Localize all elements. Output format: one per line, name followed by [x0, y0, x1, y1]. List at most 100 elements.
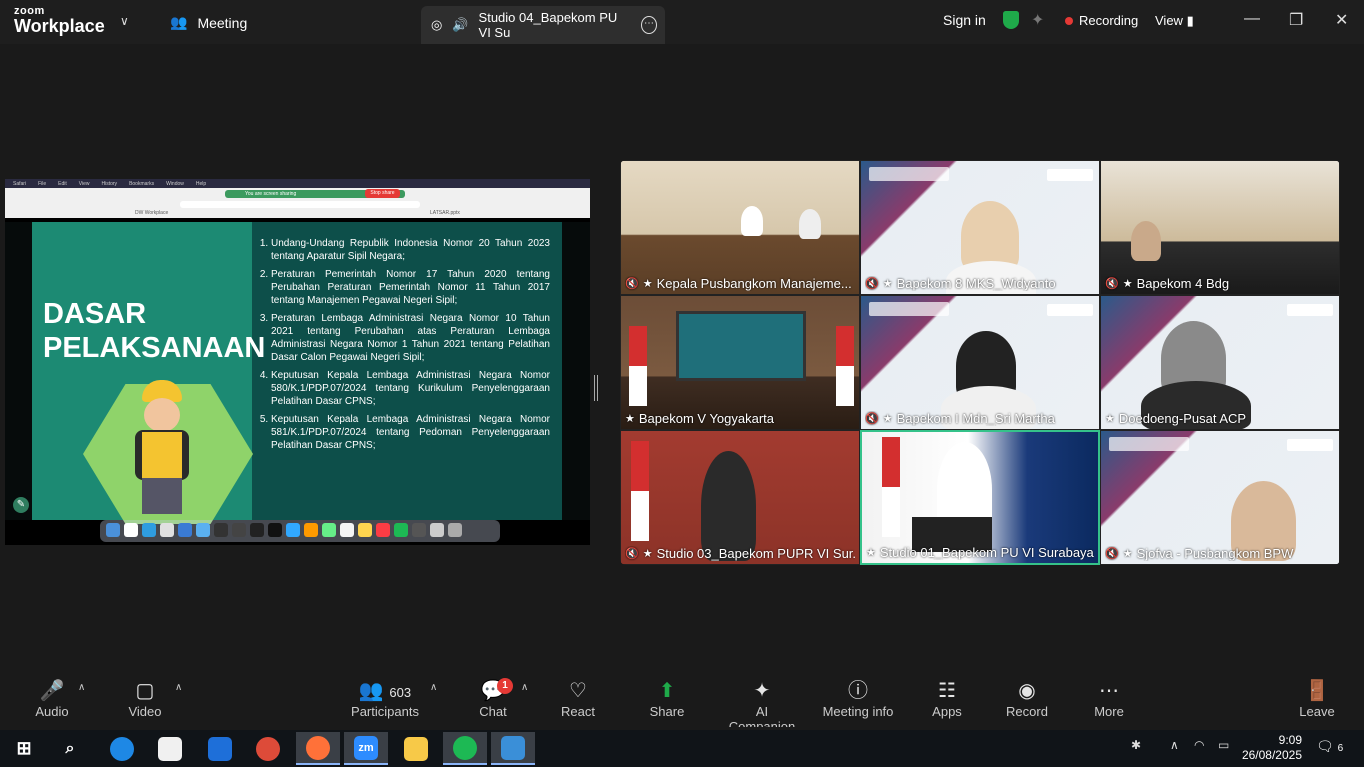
- folder-icon: [404, 736, 428, 761]
- mic-muted-icon: 🔇: [1105, 548, 1119, 560]
- windows-logo-icon: ⊞: [16, 738, 32, 758]
- zoom-taskbar-button[interactable]: zm: [344, 732, 388, 765]
- video-tile-active-speaker[interactable]: ★ Studio 01_Bapekom PU VI Surabaya: [860, 430, 1100, 565]
- spotify-icon: [453, 735, 477, 760]
- search-button[interactable]: ⌕: [48, 732, 92, 765]
- video-tile[interactable]: 🔇 ★ Bapekom I Mdn_Sri Martha: [860, 295, 1100, 430]
- leave-button[interactable]: 🚪 Leave: [1298, 678, 1336, 719]
- spotify-taskbar-button[interactable]: [443, 732, 487, 765]
- address-bar: [180, 201, 420, 208]
- list-item: Peraturan Pemerintah Nomor 17 Tahun 2020…: [271, 268, 550, 307]
- pin-icon: ★: [642, 548, 653, 560]
- explorer-taskbar-button[interactable]: [394, 732, 438, 765]
- video-tile[interactable]: ★ Doedoeng-Pusat ACP: [1100, 295, 1340, 430]
- participants-label: Participants: [351, 704, 419, 719]
- recording-indicator[interactable]: Recording: [1065, 13, 1138, 28]
- store-icon: [158, 736, 182, 761]
- video-button[interactable]: ▢ Video ∧: [125, 678, 182, 719]
- start-button[interactable]: ⊞: [2, 732, 46, 765]
- react-button[interactable]: ♡ React: [560, 678, 596, 719]
- battery-icon[interactable]: ▭: [1218, 738, 1229, 752]
- close-icon[interactable]: ✕: [1335, 10, 1348, 30]
- edge-taskbar-button[interactable]: [100, 732, 144, 765]
- apps-label: Apps: [932, 704, 962, 719]
- wifi-icon[interactable]: ◠: [1194, 738, 1204, 752]
- pin-icon: ★: [1122, 278, 1133, 290]
- clock-date: 26/08/2025: [1241, 748, 1302, 762]
- shared-screen[interactable]: Safari File Edit View History Bookmarks Window…: [5, 179, 590, 545]
- participant-name: Sjofva - Pusbangkom BPW: [1136, 546, 1294, 561]
- video-tile[interactable]: ★ Bapekom V Yogyakarta: [620, 295, 860, 430]
- notifications-button[interactable]: 🗨 6: [1316, 738, 1343, 755]
- shield-icon[interactable]: [1003, 11, 1019, 29]
- record-button[interactable]: ◉ Record: [1004, 678, 1050, 719]
- title-bar: zoom Workplace ∨ 👥 Meeting ◎ 🔊 Studio 04…: [0, 0, 1364, 44]
- participant-name: Studio 01_Bapekom PU VI Surabaya: [879, 545, 1094, 560]
- store-taskbar-button[interactable]: [148, 732, 192, 765]
- accessibility-icon[interactable]: ✱: [1131, 738, 1141, 752]
- meeting-toolbar: 🎤 Audio ∧ ▢ Video ∧ 👥 603 Participants ∧…: [0, 668, 1364, 734]
- search-icon: ⌕: [65, 739, 75, 757]
- system-clock[interactable]: 9:09 26/08/2025: [1240, 733, 1302, 763]
- sparkle-icon[interactable]: ✦: [1031, 10, 1044, 30]
- mail-taskbar-button[interactable]: [198, 732, 242, 765]
- meeting-label: Meeting: [197, 14, 248, 31]
- participant-name: Studio 03_Bapekom PUPR VI Sur...: [656, 546, 855, 561]
- firefox-taskbar-button[interactable]: [296, 732, 340, 765]
- tab-title: Studio 04_Bapekom PU VI Su: [478, 10, 618, 40]
- mic-muted-icon: 🔇: [625, 548, 639, 560]
- video-tile[interactable]: 🔇 ★ Kepala Pusbangkom Manajeme...: [620, 160, 860, 295]
- react-label: React: [561, 704, 595, 719]
- list-item: Keputusan Kepala Lembaga Administrasi Ne…: [271, 413, 550, 452]
- chevron-up-icon[interactable]: ∧: [78, 682, 85, 693]
- meeting-info-button[interactable]: ⓘ Meeting info: [822, 678, 894, 719]
- apps-icon: ☷: [938, 680, 956, 702]
- avatar-icon: ◎: [431, 17, 443, 32]
- share-button[interactable]: ⬆ Share: [646, 678, 688, 719]
- zoom-app-icon: zm: [354, 735, 378, 760]
- video-tile[interactable]: 🔇 ★ Bapekom 8 MKS_Widyanto: [860, 160, 1100, 295]
- tray-chevron-icon[interactable]: ∧: [1170, 738, 1179, 752]
- apps-button[interactable]: ☷ Apps: [928, 678, 966, 719]
- video-label: Video: [128, 704, 162, 719]
- chevron-down-icon[interactable]: ∨: [120, 14, 129, 28]
- restore-icon[interactable]: ❐: [1289, 10, 1303, 30]
- audio-button[interactable]: 🎤 Audio ∧: [30, 678, 85, 719]
- participant-name: Bapekom I Mdn_Sri Martha: [896, 411, 1055, 426]
- mic-muted-icon: 🔇: [1105, 278, 1119, 290]
- participant-name: Bapekom 8 MKS_Widyanto: [896, 276, 1056, 291]
- people-icon: 👥: [170, 14, 188, 30]
- participant-name: Kepala Pusbangkom Manajeme...: [656, 276, 852, 291]
- photos-taskbar-button[interactable]: [491, 732, 535, 765]
- participant-name: Bapekom 4 Bdg: [1136, 276, 1230, 291]
- sign-in-button[interactable]: Sign in: [943, 12, 986, 28]
- minimize-icon[interactable]: —: [1244, 10, 1260, 28]
- annotate-pen-icon[interactable]: ✎: [13, 497, 29, 513]
- participants-count: 603: [389, 685, 412, 700]
- leave-label: Leave: [1299, 704, 1335, 719]
- meeting-menu[interactable]: 👥 Meeting: [170, 14, 247, 31]
- video-tile[interactable]: 🔇 ★ Studio 03_Bapekom PUPR VI Sur...: [620, 430, 860, 565]
- chevron-up-icon[interactable]: ∧: [521, 682, 528, 693]
- participants-button[interactable]: 👥 603 Participants ∧: [350, 678, 437, 719]
- view-button[interactable]: View ▮: [1155, 13, 1194, 29]
- list-item: Peraturan Lembaga Administrasi Negara No…: [271, 312, 550, 364]
- meeting-info-label: Meeting info: [822, 704, 894, 719]
- edge-icon: [110, 736, 134, 761]
- video-tile[interactable]: 🔇 ★ Sjofva - Pusbangkom BPW: [1100, 430, 1340, 565]
- chat-button[interactable]: 💬 1 Chat ∧: [475, 678, 528, 719]
- chevron-up-icon[interactable]: ∧: [175, 682, 182, 693]
- construction-worker-illustration: [120, 380, 210, 520]
- splitter-handle[interactable]: [594, 375, 598, 401]
- slide-title: DASAR PELAKSANAAN: [43, 298, 266, 364]
- more-button[interactable]: ⋯ More: [1090, 678, 1128, 719]
- chrome-taskbar-button[interactable]: [246, 732, 290, 765]
- share-arrow-icon: ⬆: [658, 680, 676, 702]
- meeting-tab[interactable]: ◎ 🔊 Studio 04_Bapekom PU VI Su ⋯: [421, 6, 665, 44]
- ai-companion-button[interactable]: ✦ AI Companion: [722, 678, 802, 734]
- chevron-up-icon[interactable]: ∧: [430, 682, 437, 693]
- chrome-icon: [256, 736, 280, 761]
- more-options-icon[interactable]: ⋯: [641, 16, 657, 34]
- audio-label: Audio: [35, 704, 69, 719]
- video-tile[interactable]: 🔇 ★ Bapekom 4 Bdg: [1100, 160, 1340, 295]
